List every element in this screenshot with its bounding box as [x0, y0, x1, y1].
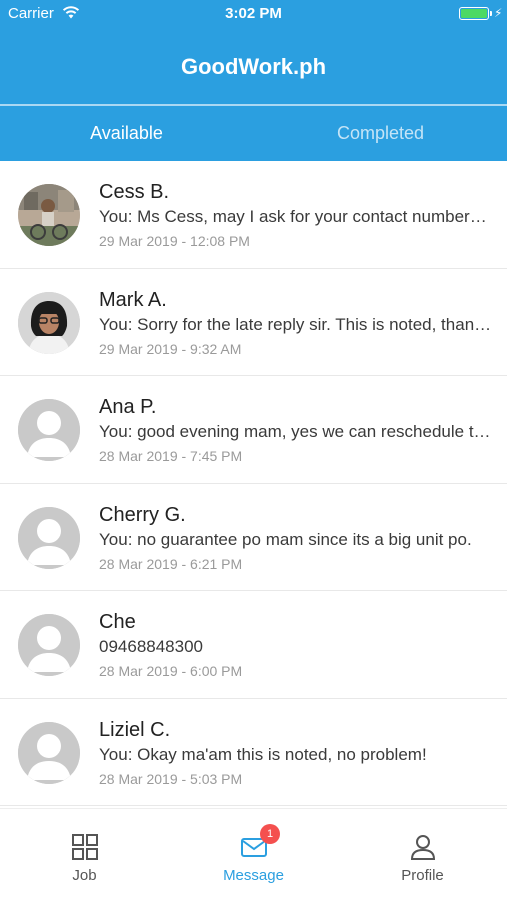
- battery-icon: [459, 7, 489, 20]
- message-date: 28 Mar 2019 - 6:00 PM: [99, 663, 243, 679]
- status-bar: Carrier 3:02 PM ⚡: [0, 0, 507, 28]
- tab-completed[interactable]: Completed: [254, 106, 507, 161]
- charging-icon: ⚡: [494, 6, 503, 20]
- message-date: 28 Mar 2019 - 6:21 PM: [99, 555, 243, 572]
- default-avatar-icon: [18, 399, 80, 461]
- message-date: 28 Mar 2019 - 7:45 PM: [99, 448, 243, 464]
- tab-available[interactable]: Available: [0, 106, 253, 161]
- person-icon: [410, 835, 436, 860]
- unread-badge: 1: [260, 824, 280, 844]
- message-date: 28 Mar 2019 - 5:03 PM: [99, 770, 243, 787]
- default-avatar-icon: [18, 614, 80, 676]
- contact-name: Mark A.: [99, 288, 167, 311]
- conversation-row[interactable]: Liziel C. You: Okay ma'am this is noted,…: [0, 699, 507, 806]
- contact-name: Liziel C.: [99, 718, 171, 741]
- default-avatar-icon: [18, 721, 80, 784]
- clock: 3:02 PM: [225, 5, 282, 22]
- contact-name: Ana P.: [99, 396, 157, 418]
- message-preview: You: Ms Cess, may I ask for your contact…: [99, 207, 487, 226]
- bottom-tab-bar: Job 1 Message Profile: [0, 808, 507, 900]
- message-preview: You: Okay ma'am this is noted, no proble…: [99, 744, 427, 764]
- nav-message-label: Message: [223, 867, 284, 884]
- message-preview: You: Sorry for the late reply sir. This …: [99, 314, 491, 334]
- message-date: 29 Mar 2019 - 12:08 PM: [99, 233, 250, 249]
- grid-icon: [72, 834, 98, 860]
- contact-name: Cess B.: [99, 181, 170, 203]
- conversation-list: Cess B. You: Ms Cess, may I ask for your…: [0, 161, 507, 806]
- nav-profile-button[interactable]: Profile: [338, 809, 507, 900]
- app-title: GoodWork.ph: [180, 54, 327, 79]
- message-preview: You: good evening mam, yes we can resche…: [99, 422, 491, 441]
- nav-message-button[interactable]: 1 Message: [169, 809, 338, 900]
- default-avatar-icon: [18, 506, 80, 569]
- conversation-row[interactable]: Cess B. You: Ms Cess, may I ask for your…: [0, 161, 507, 269]
- contact-name: Cherry G.: [99, 503, 186, 526]
- contact-name: Che: [99, 611, 136, 633]
- battery-tip: [490, 11, 492, 16]
- message-preview: 09468848300: [99, 637, 204, 656]
- avatar-photo: [18, 291, 80, 354]
- message-preview: You: no guarantee po mam since its a big…: [99, 529, 472, 549]
- conversation-row[interactable]: Mark A. You: Sorry for the late reply si…: [0, 269, 507, 376]
- conversation-row[interactable]: Che 09468848300 28 Mar 2019 - 6:00 PM: [0, 591, 507, 699]
- message-date: 29 Mar 2019 - 9:32 AM: [99, 340, 242, 357]
- nav-profile-label: Profile: [401, 867, 444, 884]
- conversation-row[interactable]: Cherry G. You: no guarantee po mam since…: [0, 484, 507, 591]
- nav-job-button[interactable]: Job: [0, 809, 169, 900]
- conversation-row[interactable]: Ana P. You: good evening mam, yes we can…: [0, 376, 507, 484]
- app-header: Carrier 3:02 PM ⚡ GoodWork.ph Available …: [0, 0, 507, 161]
- nav-job-label: Job: [72, 867, 97, 884]
- avatar-photo: [18, 184, 80, 246]
